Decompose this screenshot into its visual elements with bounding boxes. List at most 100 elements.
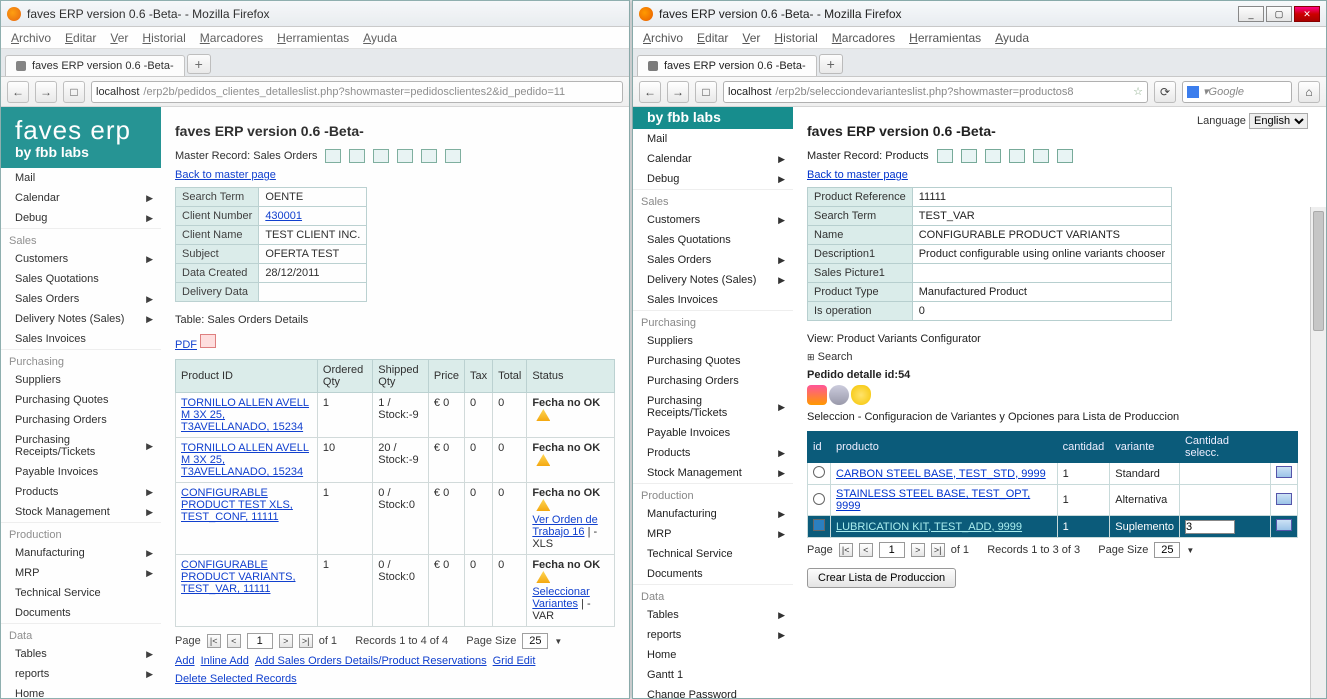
tabstrip[interactable]: faves ERP version 0.6 -Beta- + (633, 49, 1326, 77)
menu-item[interactable]: Ayuda (995, 31, 1029, 45)
language-selector[interactable]: Language English (1197, 113, 1308, 129)
col-header[interactable]: Shipped Qty (373, 360, 429, 393)
sidebar-item[interactable]: Sales Invoices (1, 329, 161, 349)
new-tab-button[interactable]: + (819, 54, 843, 74)
sidebar-item[interactable]: Debug▶ (633, 169, 793, 189)
prev-page-button[interactable]: < (227, 634, 241, 648)
sidebar-item[interactable]: Stock Management▶ (1, 502, 161, 522)
search-link[interactable]: Search (818, 351, 853, 363)
sidebar-item[interactable]: Manufacturing▶ (1, 543, 161, 563)
sidebar-item[interactable]: Payable Invoices (1, 462, 161, 482)
wrench-icon[interactable] (829, 385, 849, 405)
page-icon-button[interactable]: □ (695, 81, 717, 103)
sidebar-item[interactable]: Purchasing Orders (1, 410, 161, 430)
prev-page-button[interactable]: < (859, 543, 873, 557)
product-link[interactable]: TORNILLO ALLEN AVELL M 3X 25, T3AVELLANA… (181, 397, 309, 433)
action-icon[interactable] (1057, 149, 1073, 163)
sidebar-item[interactable]: Sales Orders▶ (633, 250, 793, 270)
sidebar-item[interactable]: Suppliers (1, 370, 161, 390)
sidebar-item[interactable]: Purchasing Receipts/Tickets▶ (633, 391, 793, 423)
url-bar[interactable]: localhost/erp2b/selecciondevarianteslist… (723, 81, 1148, 103)
menu-item[interactable]: Ver (110, 31, 128, 45)
action-icon[interactable] (397, 149, 413, 163)
pdf-link[interactable]: PDF (175, 339, 197, 351)
menu-item[interactable]: Ver (742, 31, 760, 45)
sidebar-item[interactable]: Gantt 1 (633, 665, 793, 685)
create-list-button[interactable]: Crear Lista de Produccion (807, 568, 956, 588)
sidebar-item[interactable]: Home (633, 645, 793, 665)
product-link[interactable]: CONFIGURABLE PRODUCT VARIANTS, TEST_VAR,… (181, 559, 296, 595)
minimize-button[interactable]: _ (1238, 6, 1264, 22)
footer-link[interactable]: Add (175, 655, 195, 667)
sidebar-item[interactable]: Purchasing Quotes (633, 351, 793, 371)
sidebar-item[interactable]: Purchasing Quotes (1, 390, 161, 410)
action-icon[interactable] (1033, 149, 1049, 163)
sidebar-item[interactable]: MRP▶ (633, 524, 793, 544)
first-page-button[interactable]: |< (839, 543, 853, 557)
footer-link[interactable]: Inline Add (201, 655, 249, 667)
close-button[interactable]: ✕ (1294, 6, 1320, 22)
menu-item[interactable]: Ayuda (363, 31, 397, 45)
sidebar-item[interactable]: Mail (1, 168, 161, 188)
sidebar-item[interactable]: Debug▶ (1, 208, 161, 228)
qty-input[interactable] (1185, 520, 1235, 534)
footer-link[interactable]: Delete Selected Records (175, 673, 297, 685)
action-icon[interactable] (325, 149, 341, 163)
row-action-icon[interactable] (1276, 493, 1292, 505)
col-header[interactable]: Product ID (176, 360, 318, 393)
product-link[interactable]: LUBRICATION KIT, TEST_ADD, 9999 (836, 521, 1022, 533)
menu-item[interactable]: Editar (65, 31, 96, 45)
col-header[interactable]: Ordered Qty (317, 360, 372, 393)
sidebar-item[interactable]: Customers▶ (633, 210, 793, 230)
menu-item[interactable]: Editar (697, 31, 728, 45)
col-header[interactable]: variante (1110, 432, 1180, 463)
product-link[interactable]: CONFIGURABLE PRODUCT TEST XLS, TEST_CONF… (181, 487, 293, 523)
sidebar-item[interactable]: Sales Invoices (633, 290, 793, 310)
forward-button[interactable]: → (667, 81, 689, 103)
sidebar-item[interactable]: Technical Service (633, 544, 793, 564)
sidebar-item[interactable]: Suppliers (633, 331, 793, 351)
footer-link[interactable]: Grid Edit (493, 655, 536, 667)
sidebar-item[interactable]: reports▶ (633, 625, 793, 645)
new-tab-button[interactable]: + (187, 54, 211, 74)
sidebar-item[interactable]: reports▶ (1, 664, 161, 684)
col-header[interactable]: Price (428, 360, 464, 393)
sidebar-item[interactable]: Delivery Notes (Sales)▶ (1, 309, 161, 329)
col-header[interactable]: Total (493, 360, 527, 393)
action-icon[interactable] (421, 149, 437, 163)
pdf-icon[interactable] (200, 334, 216, 348)
next-page-button[interactable]: > (279, 634, 293, 648)
sidebar-item[interactable]: MRP▶ (1, 563, 161, 583)
back-link[interactable]: Back to master page (807, 169, 908, 181)
tool-icon[interactable] (807, 385, 827, 405)
sidebar-item[interactable]: Technical Service (1, 583, 161, 603)
page-size-input[interactable] (1154, 542, 1180, 558)
last-page-button[interactable]: >| (299, 634, 313, 648)
action-icon[interactable] (961, 149, 977, 163)
sidebar-item[interactable]: Delivery Notes (Sales)▶ (633, 270, 793, 290)
reload-button[interactable]: ⟳ (1154, 81, 1176, 103)
sidebar-item[interactable]: Tables▶ (1, 644, 161, 664)
menubar[interactable]: ArchivoEditarVerHistorialMarcadoresHerra… (633, 27, 1326, 49)
back-button[interactable]: ← (639, 81, 661, 103)
status-link[interactable]: Ver Orden de Trabajo 16 (532, 514, 597, 538)
col-header[interactable]: cantidad (1057, 432, 1110, 463)
page-input[interactable] (247, 633, 273, 649)
back-button[interactable]: ← (7, 81, 29, 103)
action-icon[interactable] (373, 149, 389, 163)
maximize-button[interactable]: ▢ (1266, 6, 1292, 22)
sidebar-item[interactable]: Sales Quotations (633, 230, 793, 250)
action-icon[interactable] (937, 149, 953, 163)
row-checkbox[interactable] (813, 519, 825, 531)
menubar[interactable]: ArchivoEditarVerHistorialMarcadoresHerra… (1, 27, 629, 49)
language-select[interactable]: English (1249, 113, 1308, 129)
sidebar-item[interactable]: Payable Invoices (633, 423, 793, 443)
bulb-icon[interactable] (851, 385, 871, 405)
row-radio[interactable] (813, 466, 825, 478)
sidebar-item[interactable]: Manufacturing▶ (633, 504, 793, 524)
sidebar-item[interactable]: Sales Orders▶ (1, 289, 161, 309)
sidebar-item[interactable]: Tables▶ (633, 605, 793, 625)
titlebar[interactable]: faves ERP version 0.6 -Beta- - Mozilla F… (1, 1, 629, 27)
col-header[interactable]: Status (527, 360, 615, 393)
search-box[interactable]: ▾ Google (1182, 81, 1292, 103)
